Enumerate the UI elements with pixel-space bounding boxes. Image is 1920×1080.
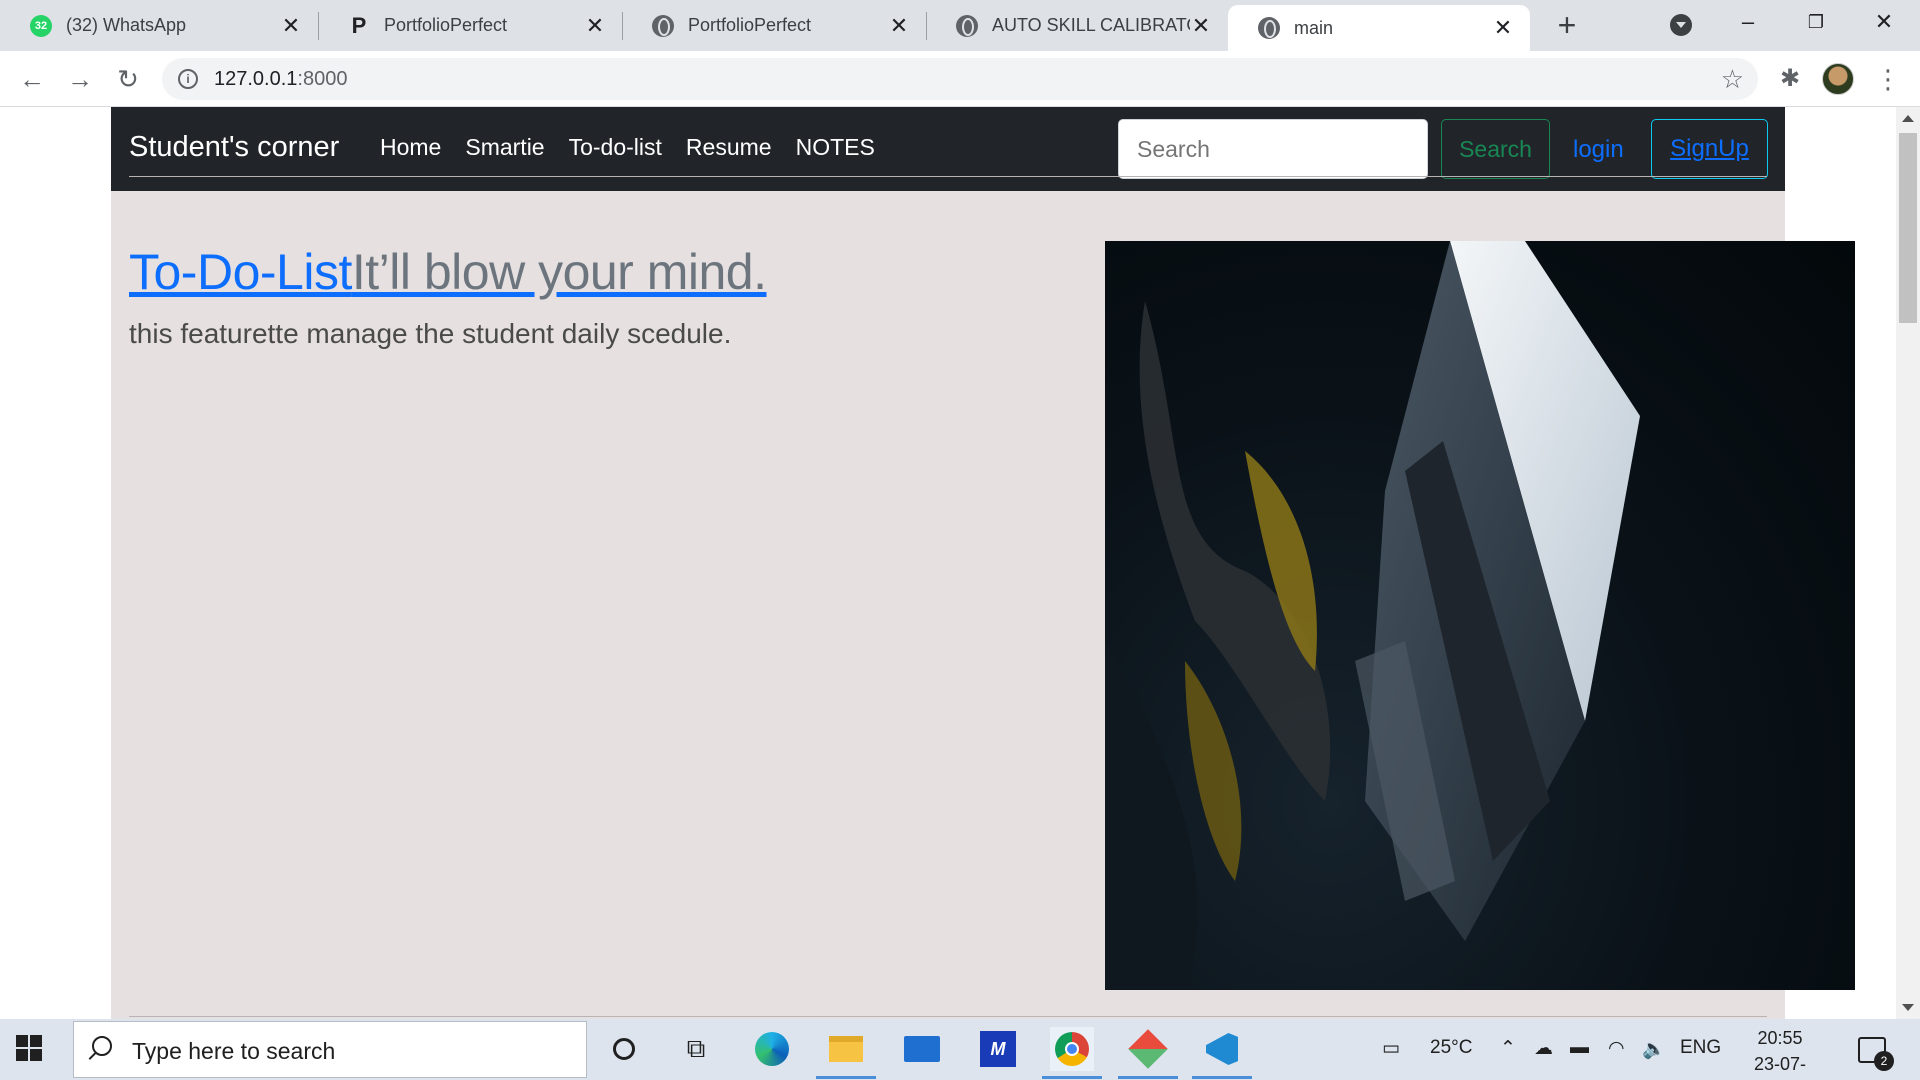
login-link[interactable]: login <box>1573 136 1624 164</box>
url-port: :8000 <box>297 68 348 90</box>
extensions-puzzle-icon[interactable]: ✱ <box>1776 65 1804 93</box>
search-icon <box>92 1036 112 1056</box>
globe-icon <box>1258 17 1280 39</box>
featurette-heading-lead[interactable]: To-Do-List <box>129 244 352 300</box>
bookmark-star-icon[interactable]: ☆ <box>1721 64 1744 95</box>
close-icon[interactable]: ✕ <box>280 14 302 37</box>
laptop-illustration <box>1105 241 1640 990</box>
reload-icon[interactable]: ↻ <box>110 61 146 97</box>
globe-icon <box>956 14 978 37</box>
input-language[interactable]: ENG <box>1680 1037 1721 1059</box>
close-icon[interactable]: ✕ <box>1492 17 1514 39</box>
globe-icon <box>652 14 674 37</box>
url-text[interactable]: 127.0.0.1:8000 <box>214 68 347 91</box>
clock-date: 23-07-2021 <box>1753 1054 1807 1074</box>
browser-menu-icon[interactable]: ⋮ <box>1874 63 1902 95</box>
nav-link-notes[interactable]: NOTES <box>796 134 875 161</box>
navbar-brand[interactable]: Student's corner <box>129 131 339 164</box>
close-window-icon[interactable]: ✕ <box>1850 0 1918 44</box>
back-arrow-icon[interactable]: ← <box>14 61 50 97</box>
featurette-heading[interactable]: To-Do-ListIt’ll blow your mind. <box>129 243 767 301</box>
tray-chevron-up-icon[interactable]: ⌃ <box>1500 1037 1516 1060</box>
laptop-photo <box>1105 241 1855 990</box>
clock-time: 20:55 <box>1757 1028 1803 1048</box>
tab-search-icon[interactable] <box>1670 14 1692 36</box>
tab-title: main <box>1294 17 1334 38</box>
page-scrollbar[interactable] <box>1896 107 1920 1019</box>
mindmap-app-icon[interactable]: M <box>976 1027 1020 1071</box>
new-tab-button[interactable]: + <box>1550 8 1584 42</box>
tab-title: AUTO SKILL CALIBRATOR <box>992 15 1190 35</box>
profile-avatar[interactable] <box>1822 63 1854 95</box>
tab-auto-skill-calibrator[interactable]: AUTO SKILL CALIBRATOR ✕ <box>926 0 1228 51</box>
divider-top <box>129 176 1767 177</box>
featurette-text: this featurette manage the student daily… <box>129 318 732 349</box>
tab-title: (32) WhatsApp <box>66 15 187 35</box>
task-view-icon[interactable]: ⧉ <box>674 1027 718 1071</box>
close-icon[interactable]: ✕ <box>1190 14 1212 37</box>
weather-temperature[interactable]: 25°C <box>1430 1037 1472 1059</box>
scroll-down-arrow-icon[interactable] <box>1902 1004 1914 1011</box>
notification-count: 2 <box>1874 1051 1894 1071</box>
file-explorer-icon[interactable] <box>816 1027 876 1079</box>
restore-window-icon[interactable]: ❐ <box>1782 0 1850 44</box>
tab-main[interactable]: main ✕ <box>1228 5 1530 51</box>
battery-icon[interactable]: ▬ <box>1570 1037 1589 1059</box>
browser-tab-strip: 32 (32) WhatsApp ✕ P PortfolioPerfect ✕ … <box>0 0 1920 51</box>
page-container: Student's corner Home Smartie To-do-list… <box>111 107 1855 1019</box>
scroll-up-arrow-icon[interactable] <box>1902 115 1914 122</box>
nav-link-smartie[interactable]: Smartie <box>465 134 544 161</box>
chrome-icon[interactable] <box>1042 1027 1102 1079</box>
site-search-input[interactable] <box>1118 119 1428 179</box>
navbar-links: Home Smartie To-do-list Resume NOTES <box>380 134 875 161</box>
wifi-icon[interactable]: ◠ <box>1608 1037 1625 1060</box>
whatsapp-icon: 32 <box>30 14 52 37</box>
windows-start-icon[interactable] <box>16 1035 42 1061</box>
tab-title: PortfolioPerfect <box>384 15 508 35</box>
close-icon[interactable]: ✕ <box>888 14 910 37</box>
volume-icon[interactable]: 🔈 <box>1642 1037 1666 1061</box>
portfolioperfect-icon: P <box>351 12 367 38</box>
nav-link-home[interactable]: Home <box>380 134 441 161</box>
tab-title: PortfolioPerfect <box>688 15 812 35</box>
nav-link-resume[interactable]: Resume <box>686 134 772 161</box>
divider-bottom <box>129 1016 1767 1017</box>
edge-browser-icon[interactable] <box>750 1027 794 1071</box>
cortana-circle-icon[interactable] <box>602 1027 646 1071</box>
close-icon[interactable]: ✕ <box>584 14 606 37</box>
tab-portfolioperfect-1[interactable]: P PortfolioPerfect ✕ <box>318 0 622 51</box>
taskbar-search-placeholder: Type here to search <box>132 1038 336 1064</box>
weather-icon[interactable]: ▭ <box>1382 1037 1400 1060</box>
site-info-icon[interactable]: i <box>178 69 198 89</box>
mail-icon[interactable] <box>900 1027 944 1071</box>
address-bar[interactable]: i 127.0.0.1:8000 ☆ <box>162 58 1758 100</box>
nav-link-to-do-list[interactable]: To-do-list <box>569 134 662 161</box>
system-clock[interactable]: 20:55 23-07-2021 <box>1735 1025 1825 1080</box>
signup-button[interactable]: SignUp <box>1651 119 1768 179</box>
site-navbar: Student's corner Home Smartie To-do-list… <box>111 107 1785 191</box>
minimize-window-icon[interactable]: – <box>1714 0 1782 44</box>
vscode-icon[interactable] <box>1192 1027 1252 1079</box>
featurette-heading-muted[interactable]: It’ll blow your mind. <box>352 244 767 300</box>
taskbar-search-box[interactable]: Type here to search <box>73 1021 587 1078</box>
tab-portfolioperfect-2[interactable]: PortfolioPerfect ✕ <box>622 0 926 51</box>
notification-center-icon[interactable]: 2 <box>1858 1037 1894 1071</box>
scrollbar-thumb[interactable] <box>1899 133 1917 323</box>
windows-taskbar: Type here to search ⧉ M ▭ 25°C ⌃ ☁ ▬ ◠ 🔈… <box>0 1019 1920 1080</box>
search-button[interactable]: Search <box>1441 119 1550 179</box>
forward-arrow-icon[interactable]: → <box>62 61 98 97</box>
url-host: 127.0.0.1 <box>214 68 298 90</box>
browser-toolbar: ← → ↻ i 127.0.0.1:8000 ☆ ✱ ⋮ <box>0 51 1920 107</box>
tab-whatsapp[interactable]: 32 (32) WhatsApp ✕ <box>0 0 318 51</box>
page-viewport: Student's corner Home Smartie To-do-list… <box>0 107 1896 1019</box>
git-tools-icon[interactable] <box>1118 1027 1178 1079</box>
onedrive-cloud-icon[interactable]: ☁ <box>1534 1037 1553 1060</box>
